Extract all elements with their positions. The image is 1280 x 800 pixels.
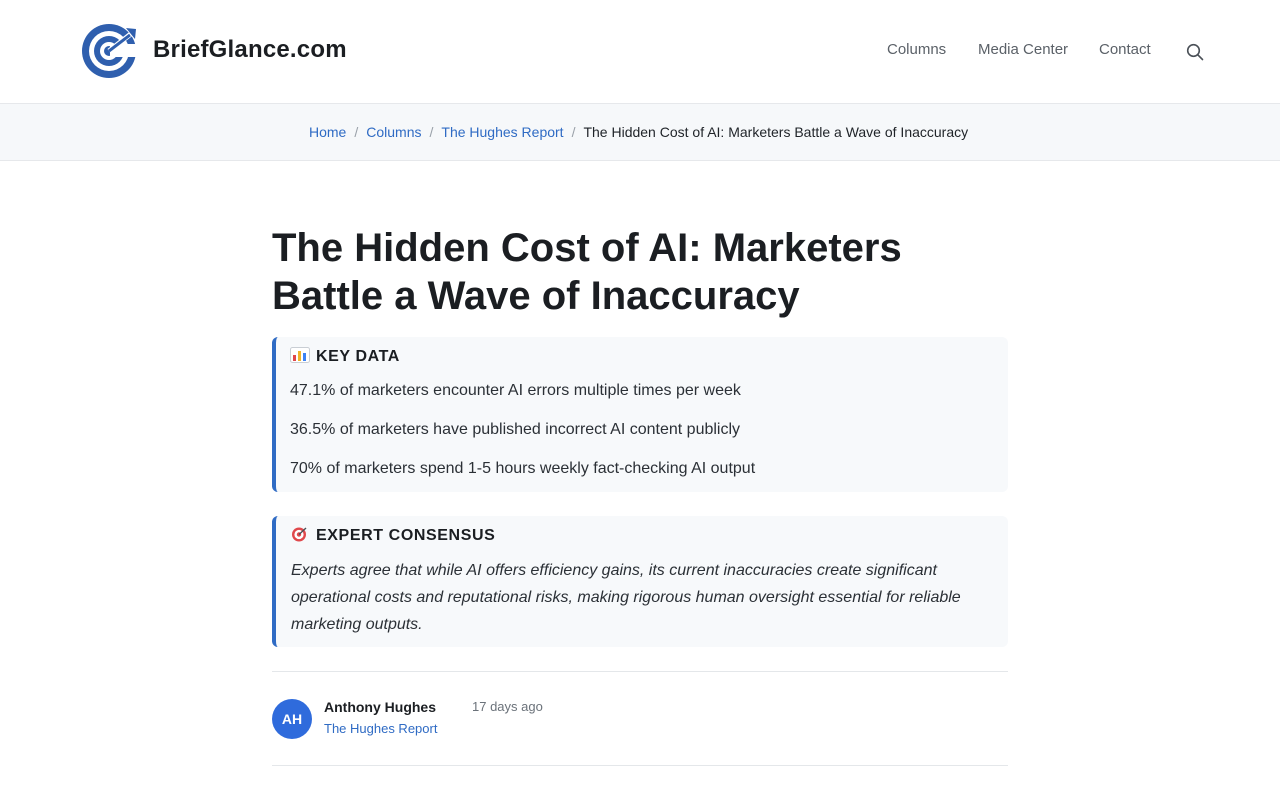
breadcrumb-current: The Hidden Cost of AI: Marketers Battle … — [583, 124, 969, 140]
published-timestamp: 17 days ago — [472, 699, 543, 714]
expert-consensus-text: Experts agree that while AI offers effic… — [291, 562, 961, 633]
expert-consensus-panel: EXPERT CONSENSUS Experts agree that whil… — [272, 516, 1008, 647]
breadcrumb-separator: / — [429, 124, 434, 140]
bar-chart-emoji-icon — [290, 347, 310, 363]
key-data-panel: KEY DATA 47.1% of marketers encounter AI… — [272, 337, 1008, 492]
breadcrumb-separator: / — [571, 124, 576, 140]
expert-consensus-heading-text: EXPERT CONSENSUS — [316, 527, 496, 544]
breadcrumb-bar: Home / Columns / The Hughes Report / The Hidde… — [0, 104, 1280, 161]
key-data-item: 36.5% of marketers have published incorr… — [290, 421, 741, 438]
target-emoji-icon — [292, 527, 307, 542]
author-column-link[interactable]: The Hughes Report — [324, 721, 437, 736]
divider — [272, 765, 1008, 766]
breadcrumb-separator: / — [354, 124, 359, 140]
target-arrow-logo-icon[interactable] — [80, 22, 138, 80]
breadcrumb-columns[interactable]: Columns — [366, 124, 421, 140]
expert-consensus-heading: EXPERT CONSENSUS — [290, 526, 495, 545]
key-data-item: 47.1% of marketers encounter AI errors m… — [290, 382, 741, 399]
search-icon[interactable] — [1186, 43, 1204, 61]
key-data-item: 70% of marketers spend 1-5 hours weekly … — [290, 460, 756, 477]
breadcrumb-home[interactable]: Home — [309, 124, 346, 140]
nav-media-center[interactable]: Media Center — [978, 41, 1068, 58]
key-data-heading: KEY DATA — [290, 347, 400, 366]
breadcrumb: Home / Columns / The Hughes Report / The Hidde… — [309, 124, 968, 140]
article-title: The Hidden Cost of AI: Marketers Battle … — [272, 226, 902, 318]
author-avatar[interactable]: AH — [272, 699, 312, 739]
author-name[interactable]: Anthony Hughes — [324, 699, 436, 715]
divider — [272, 671, 1008, 672]
nav-contact[interactable]: Contact — [1099, 41, 1151, 58]
breadcrumb-hughes-report[interactable]: The Hughes Report — [441, 124, 563, 140]
nav-columns[interactable]: Columns — [887, 41, 946, 58]
key-data-heading-text: KEY DATA — [316, 348, 400, 365]
brand-name[interactable]: BriefGlance.com — [153, 36, 347, 64]
site-header: BriefGlance.com Columns Media Center Con… — [0, 0, 1280, 104]
